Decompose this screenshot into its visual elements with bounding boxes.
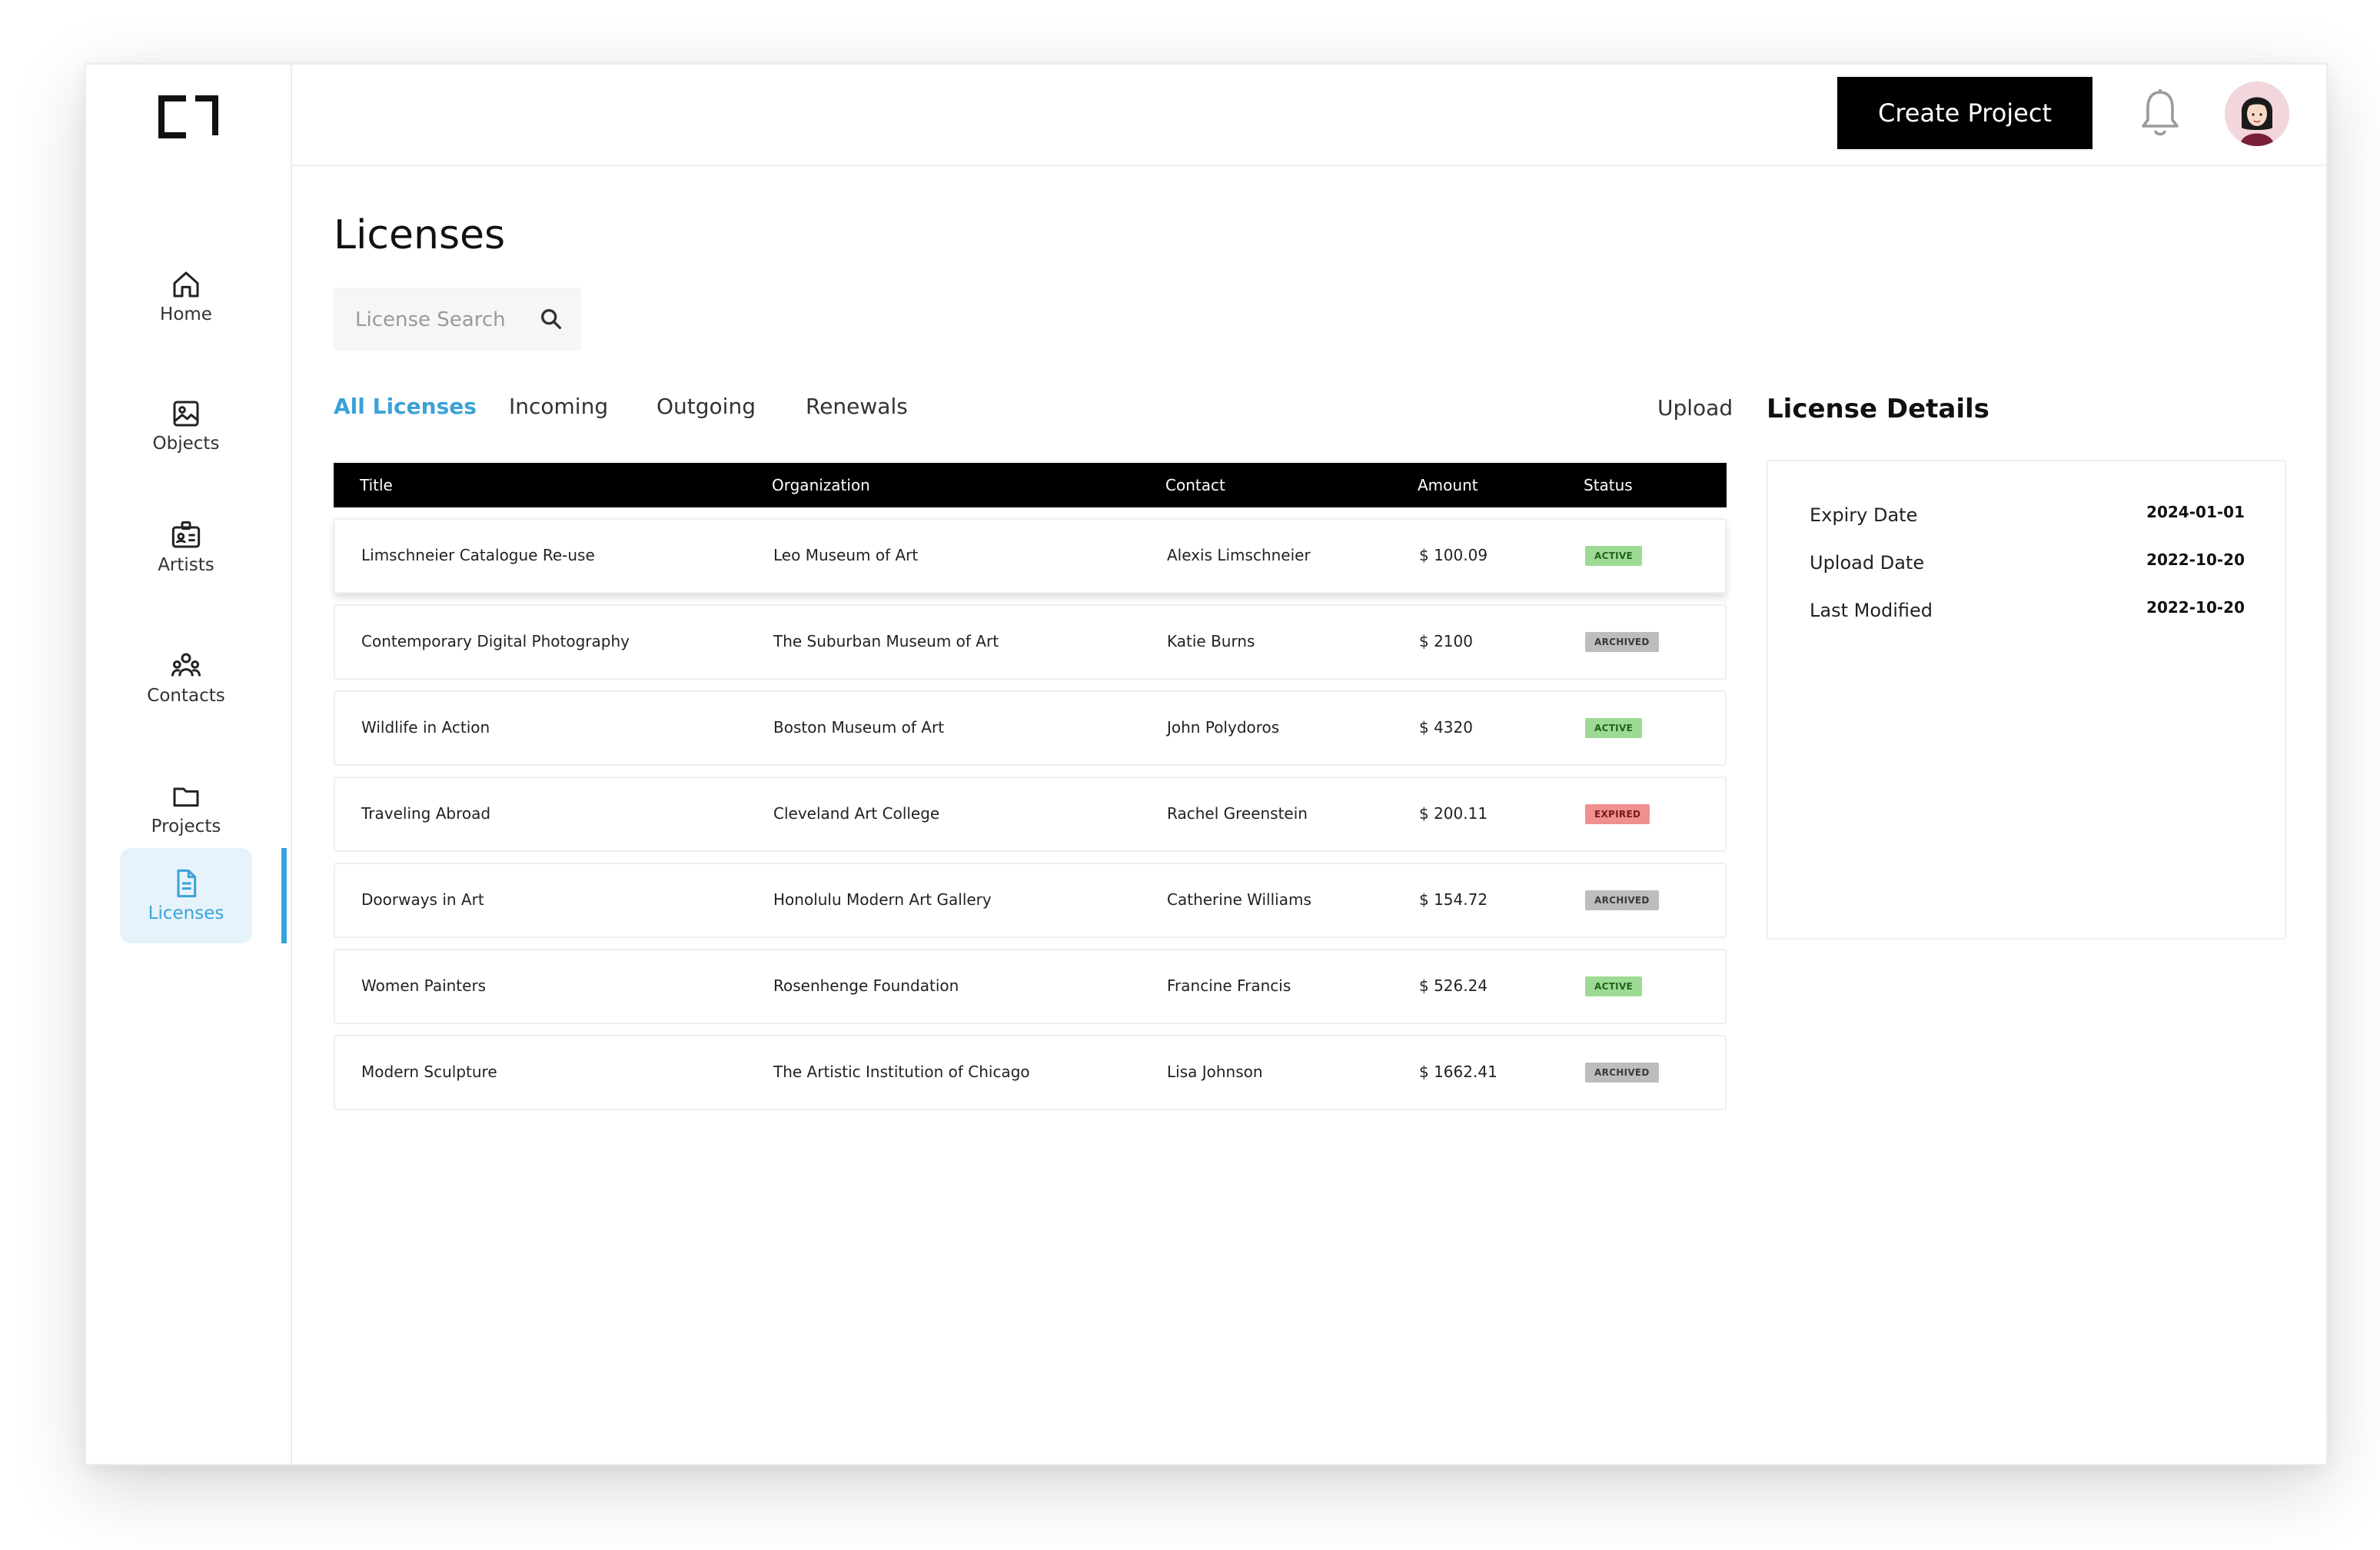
cell-title: Women Painters xyxy=(361,976,487,995)
cell-contact: Katie Burns xyxy=(1167,632,1255,650)
search-icon[interactable] xyxy=(538,306,564,332)
user-avatar-icon xyxy=(2225,81,2289,146)
cell-amount: $ 4320 xyxy=(1419,718,1473,737)
tab-outgoing[interactable]: Outgoing xyxy=(656,394,756,419)
cell-organization: Honolulu Modern Art Gallery xyxy=(773,890,992,909)
sidebar: Home Objects Artists Contacts Projects L… xyxy=(86,65,292,1464)
notification-bell-icon[interactable] xyxy=(2137,88,2183,140)
cell-organization: Cleveland Art College xyxy=(773,804,940,823)
sidebar-item-label: Artists xyxy=(158,555,214,575)
detail-row-modified: Last Modified 2022-10-20 xyxy=(1810,598,2245,630)
detail-value: 2024-01-01 xyxy=(2146,503,2245,521)
search-input[interactable] xyxy=(354,288,526,352)
status-badge: ARCHIVED xyxy=(1585,632,1659,652)
cell-title: Wildlife in Action xyxy=(361,718,490,737)
sidebar-item-label: Contacts xyxy=(147,686,225,706)
tab-all-licenses[interactable]: All Licenses xyxy=(334,394,477,419)
cell-organization: Leo Museum of Art xyxy=(773,546,919,564)
detail-value: 2022-10-20 xyxy=(2146,598,2245,617)
column-header-status[interactable]: Status xyxy=(1584,476,1633,494)
detail-label: Expiry Date xyxy=(1810,504,1918,526)
cell-title: Modern Sculpture xyxy=(361,1063,497,1081)
cell-amount: $ 526.24 xyxy=(1419,976,1488,995)
active-indicator xyxy=(281,848,287,943)
table-row[interactable]: Doorways in Art Honolulu Modern Art Gall… xyxy=(334,863,1727,938)
cell-contact: Francine Francis xyxy=(1167,976,1291,995)
status-badge: ARCHIVED xyxy=(1585,890,1659,910)
column-header-title[interactable]: Title xyxy=(360,476,393,494)
cell-title: Traveling Abroad xyxy=(361,804,491,823)
table-row[interactable]: Limschneier Catalogue Re-use Leo Museum … xyxy=(334,518,1727,594)
table-header: Title Organization Contact Amount Status xyxy=(334,463,1727,507)
cell-amount: $ 1662.41 xyxy=(1419,1063,1497,1081)
upload-button[interactable]: Upload xyxy=(1657,395,1733,421)
cell-organization: Rosenhenge Foundation xyxy=(773,976,959,995)
table-row[interactable]: Modern Sculpture The Artistic Institutio… xyxy=(334,1035,1727,1110)
sidebar-item-artists[interactable]: Artists xyxy=(120,500,252,595)
sidebar-item-projects[interactable]: Projects xyxy=(120,761,252,856)
cell-contact: Catherine Williams xyxy=(1167,890,1311,909)
cell-contact: Alexis Limschneier xyxy=(1167,546,1311,564)
sidebar-item-label: Licenses xyxy=(148,903,224,923)
top-bar: Create Project xyxy=(291,65,2326,166)
folder-icon xyxy=(173,787,199,807)
detail-row-upload: Upload Date 2022-10-20 xyxy=(1810,550,2245,583)
status-badge: EXPIRED xyxy=(1585,804,1650,824)
table-row[interactable]: Wildlife in Action Boston Museum of Art … xyxy=(334,690,1727,766)
status-badge: ACTIVE xyxy=(1585,546,1643,566)
cell-title: Contemporary Digital Photography xyxy=(361,632,630,650)
cell-contact: Lisa Johnson xyxy=(1167,1063,1263,1081)
details-card: Expiry Date 2024-01-01 Upload Date 2022-… xyxy=(1767,460,2286,940)
id-card-icon xyxy=(171,521,201,548)
cell-title: Doorways in Art xyxy=(361,890,484,909)
app-window: Home Objects Artists Contacts Projects L… xyxy=(85,63,2328,1465)
status-badge: ACTIVE xyxy=(1585,976,1643,996)
tab-renewals[interactable]: Renewals xyxy=(806,394,908,419)
cell-amount: $ 100.09 xyxy=(1419,546,1488,564)
sidebar-item-label: Home xyxy=(160,304,212,324)
table-row[interactable]: Contemporary Digital Photography The Sub… xyxy=(334,604,1727,680)
app-logo-icon[interactable] xyxy=(155,94,221,140)
detail-label: Last Modified xyxy=(1810,600,1933,621)
cell-amount: $ 200.11 xyxy=(1419,804,1488,823)
table-row[interactable]: Women Painters Rosenhenge Foundation Fra… xyxy=(334,949,1727,1024)
cell-contact: Rachel Greenstein xyxy=(1167,804,1308,823)
column-header-amount[interactable]: Amount xyxy=(1418,476,1478,494)
cell-organization: The Suburban Museum of Art xyxy=(773,632,999,650)
details-title: License Details xyxy=(1767,394,1989,424)
sidebar-item-contacts[interactable]: Contacts xyxy=(120,630,252,726)
sidebar-item-label: Projects xyxy=(151,817,221,837)
detail-row-expiry: Expiry Date 2024-01-01 xyxy=(1810,503,2245,535)
status-badge: ARCHIVED xyxy=(1585,1063,1659,1083)
cell-amount: $ 154.72 xyxy=(1419,890,1488,909)
cell-contact: John Polydoros xyxy=(1167,718,1280,737)
cell-organization: Boston Museum of Art xyxy=(773,718,945,737)
cell-organization: The Artistic Institution of Chicago xyxy=(773,1063,1030,1081)
cell-amount: $ 2100 xyxy=(1419,632,1473,650)
avatar[interactable] xyxy=(2225,81,2289,146)
home-icon xyxy=(173,271,199,298)
page-title: Licenses xyxy=(334,212,506,258)
column-header-organization[interactable]: Organization xyxy=(772,476,870,494)
document-icon xyxy=(177,869,197,898)
tab-incoming[interactable]: Incoming xyxy=(509,394,608,419)
image-icon xyxy=(173,401,199,427)
sidebar-item-objects[interactable]: Objects xyxy=(120,378,252,474)
detail-label: Upload Date xyxy=(1810,552,1925,574)
detail-value: 2022-10-20 xyxy=(2146,550,2245,569)
create-project-button[interactable]: Create Project xyxy=(1837,77,2092,149)
sidebar-item-licenses[interactable]: Licenses xyxy=(120,848,252,943)
sidebar-item-label: Objects xyxy=(152,434,220,454)
column-header-contact[interactable]: Contact xyxy=(1165,476,1225,494)
sidebar-item-home[interactable]: Home xyxy=(120,249,252,344)
licenses-table: Title Organization Contact Amount Status… xyxy=(334,463,1727,1110)
users-icon xyxy=(171,653,201,677)
status-badge: ACTIVE xyxy=(1585,718,1643,738)
cell-title: Limschneier Catalogue Re-use xyxy=(361,546,595,564)
table-row[interactable]: Traveling Abroad Cleveland Art College R… xyxy=(334,777,1727,852)
license-search xyxy=(334,288,581,352)
